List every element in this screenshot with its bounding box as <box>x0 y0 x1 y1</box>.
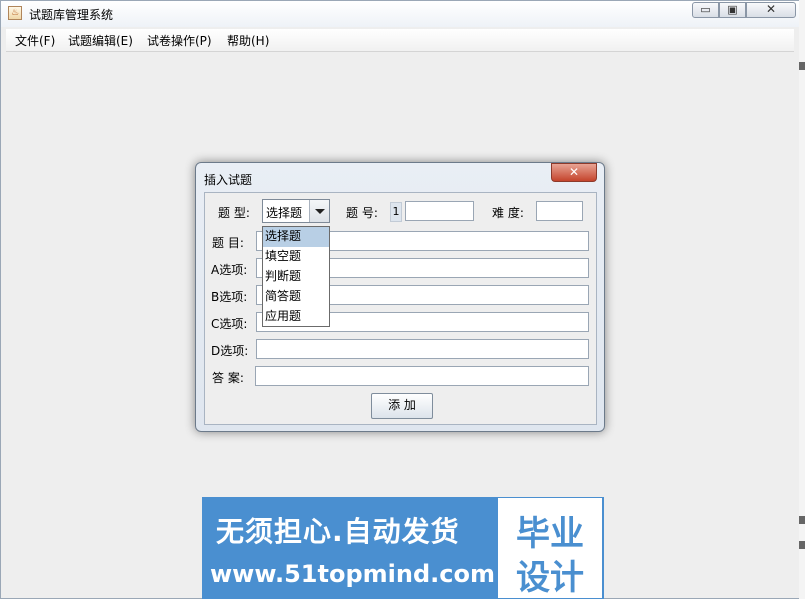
option-a-label: A选项: <box>211 263 248 277</box>
answer-input[interactable] <box>255 366 589 386</box>
option-c-label: C选项: <box>211 317 248 331</box>
dialog-title: 插入试题 <box>204 173 253 187</box>
watermark-url: www.51topmind.com <box>210 560 495 588</box>
option-d-label: D选项: <box>211 344 249 358</box>
watermark-slogan: 无须担心.自动发货 <box>216 515 460 548</box>
difficulty-label: 难 度: <box>492 206 524 220</box>
question-label: 题 目: <box>212 236 244 250</box>
edge-mark <box>799 62 805 70</box>
type-option-choice[interactable]: 选择题 <box>263 227 329 247</box>
type-select-arrow[interactable] <box>309 200 329 222</box>
type-select[interactable]: 选择题 <box>262 199 330 223</box>
number-label: 题 号: <box>346 206 378 220</box>
dialog-content: 题 型: 选择题 题 号: 1 难 度: 选择题 填空题 判断题 简答题 应用题… <box>204 192 597 425</box>
chevron-down-icon <box>315 209 325 214</box>
java-cup-icon: ♨ <box>8 6 22 20</box>
watermark-badge-line1: 毕业 <box>516 514 584 554</box>
minimize-button[interactable]: ▭ <box>692 2 719 18</box>
type-option-short[interactable]: 简答题 <box>263 287 329 307</box>
add-button[interactable]: 添 加 <box>371 393 433 419</box>
menu-file[interactable]: 文件(F) <box>15 32 55 49</box>
number-input[interactable] <box>405 201 474 221</box>
number-value: 1 <box>390 202 402 222</box>
title-bar: ♨ 试题库管理系统 ▭ ▣ ✕ <box>1 1 799 27</box>
type-dropdown-list: 选择题 填空题 判断题 简答题 应用题 <box>262 226 330 327</box>
menu-paper-ops[interactable]: 试卷操作(P) <box>147 32 212 49</box>
answer-label: 答 案: <box>212 371 244 385</box>
type-select-value: 选择题 <box>266 206 303 220</box>
difficulty-input[interactable] <box>536 201 583 221</box>
right-edge-strip <box>799 0 805 599</box>
menu-question-edit[interactable]: 试题编辑(E) <box>68 32 133 49</box>
watermark-badge-line2: 设计 <box>516 558 584 598</box>
close-window-button[interactable]: ✕ <box>746 2 796 18</box>
menu-help[interactable]: 帮助(H) <box>227 32 269 49</box>
window-title: 试题库管理系统 <box>29 8 114 22</box>
type-option-apply[interactable]: 应用题 <box>263 307 329 327</box>
type-option-judge[interactable]: 判断题 <box>263 267 329 287</box>
option-b-label: B选项: <box>211 290 248 304</box>
maximize-button[interactable]: ▣ <box>719 2 746 18</box>
watermark-banner: 无须担心.自动发货 www.51topmind.com 毕业 设计 <box>202 497 604 599</box>
edge-mark <box>799 516 805 524</box>
type-label: 题 型: <box>218 206 250 220</box>
option-d-input[interactable] <box>256 339 589 359</box>
watermark-badge: 毕业 设计 <box>498 498 602 598</box>
dialog-close-button[interactable]: ✕ <box>551 163 597 182</box>
insert-question-dialog: 插入试题 ✕ 题 型: 选择题 题 号: 1 难 度: 选择题 填空题 判断题 … <box>195 162 605 432</box>
menu-bar: 文件(F) 试题编辑(E) 试卷操作(P) 帮助(H) <box>6 29 794 52</box>
edge-mark <box>799 541 805 549</box>
type-option-fill[interactable]: 填空题 <box>263 247 329 267</box>
